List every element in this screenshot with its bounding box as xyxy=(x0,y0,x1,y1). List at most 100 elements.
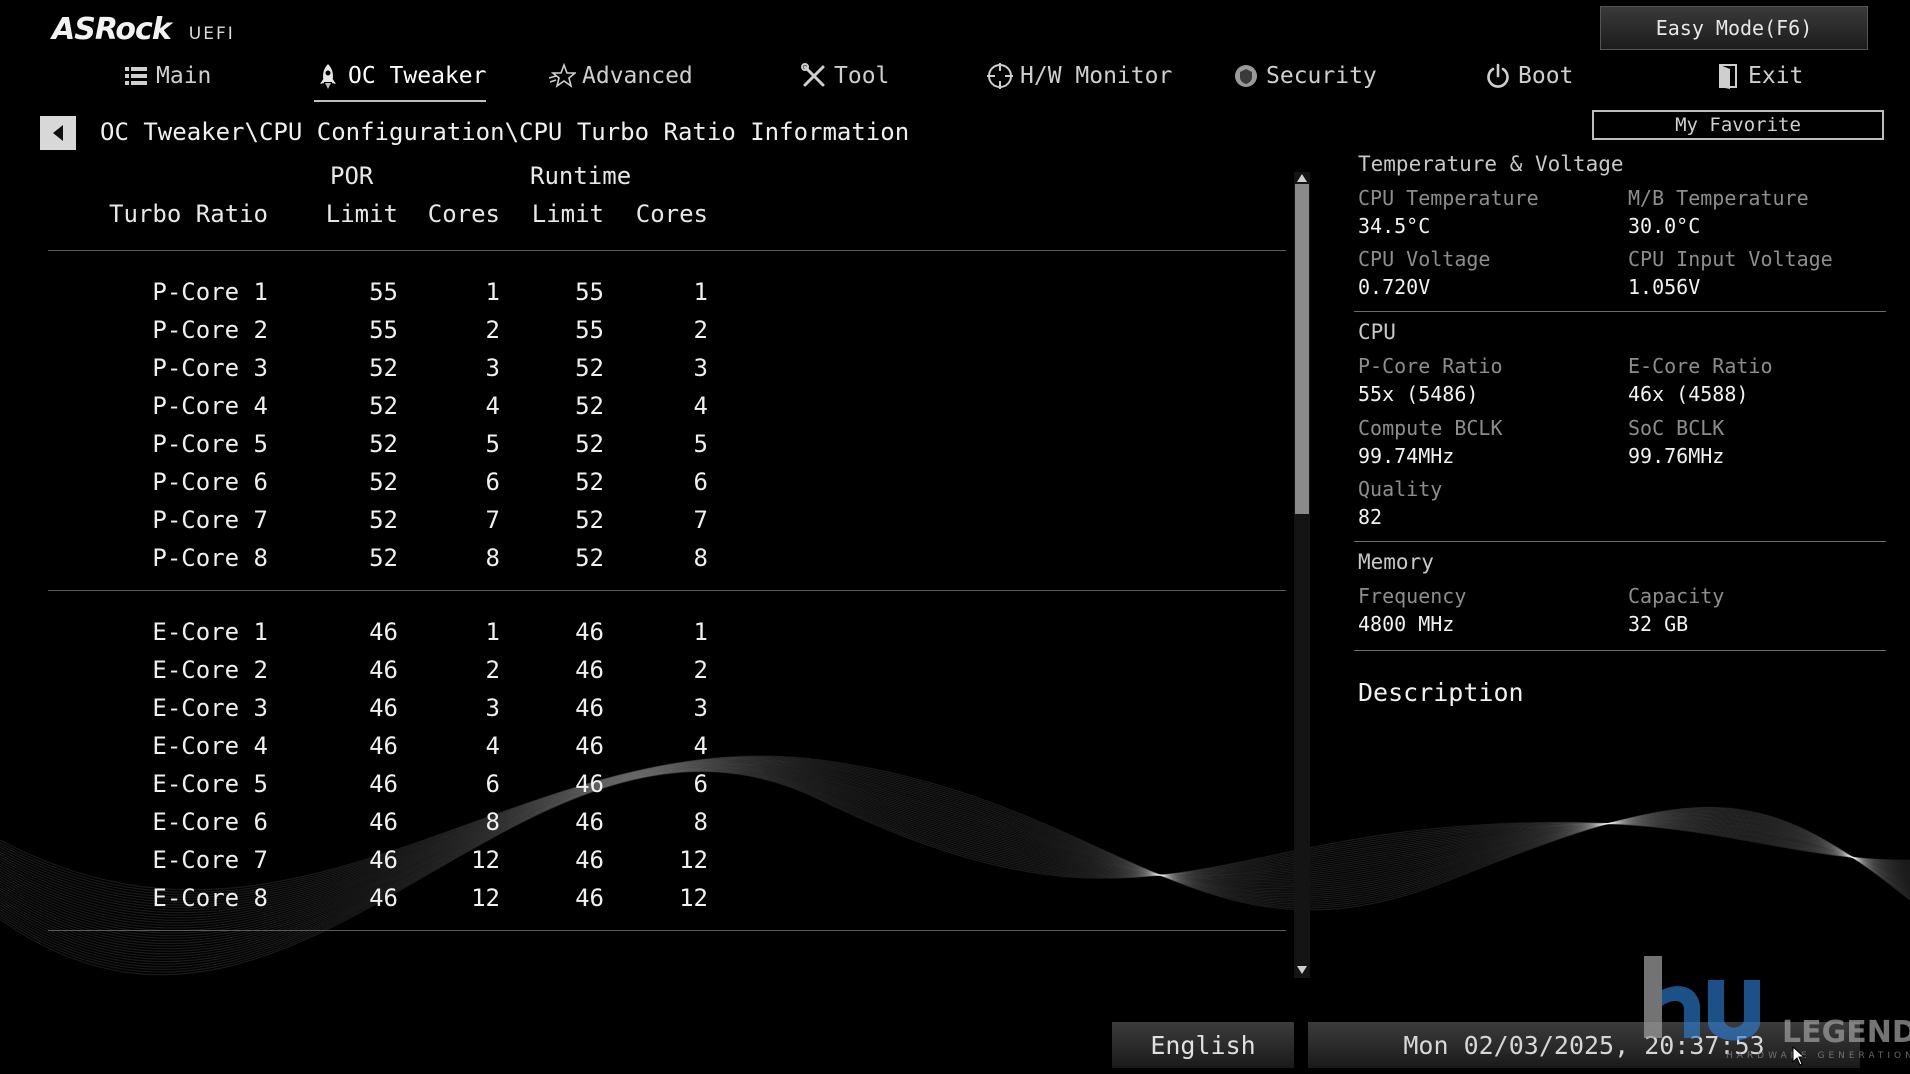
por-cores-value: 7 xyxy=(485,506,500,534)
scroll-down-button[interactable] xyxy=(1294,962,1310,978)
tab-hw-monitor[interactable]: H/W Monitor xyxy=(986,56,1172,96)
por-limit-value: 52 xyxy=(369,430,398,458)
runtime-limit-value: 46 xyxy=(575,846,604,874)
runtime-limit-value: 46 xyxy=(575,694,604,722)
table-row: P-Core 4 52 4 52 4 xyxy=(0,386,1290,424)
main-nav: Main OC Tweaker Advanced Tool H/W Monito… xyxy=(0,56,1910,102)
shield-icon xyxy=(1235,65,1257,87)
por-limit-value: 46 xyxy=(369,732,398,760)
por-limit-value: 46 xyxy=(369,846,398,874)
table-row: E-Core 7 46 12 46 12 xyxy=(0,840,1290,878)
core-name: E-Core 5 xyxy=(152,770,268,798)
e-core-ratio-value: 46x (4588) xyxy=(1628,382,1749,406)
table-row: P-Core 7 52 7 52 7 xyxy=(0,500,1290,538)
tab-exit-label: Exit xyxy=(1748,63,1804,89)
table-row: P-Core 3 52 3 52 3 xyxy=(0,348,1290,386)
tab-boot[interactable]: Boot xyxy=(1484,56,1573,96)
memory-section-title: Memory xyxy=(1358,550,1434,574)
table-row: E-Core 1 46 1 46 1 xyxy=(0,612,1290,650)
table-row: P-Core 6 52 6 52 6 xyxy=(0,462,1290,500)
por-limit-value: 46 xyxy=(369,770,398,798)
runtime-cores-value: 1 xyxy=(693,278,708,306)
compute-bclk-value: 99.74MHz xyxy=(1358,444,1455,468)
por-cores-value: 1 xyxy=(485,618,500,646)
header-por-group: POR xyxy=(330,162,374,190)
por-cores-value: 2 xyxy=(485,656,500,684)
p-core-ratio-label: P-Core Ratio xyxy=(1358,354,1503,378)
runtime-limit-value: 52 xyxy=(575,354,604,382)
runtime-limit-value: 46 xyxy=(575,656,604,684)
por-limit-value: 46 xyxy=(369,656,398,684)
por-limit-value: 46 xyxy=(369,694,398,722)
runtime-cores-value: 6 xyxy=(693,468,708,496)
core-name: E-Core 3 xyxy=(152,694,268,722)
runtime-limit-value: 52 xyxy=(575,506,604,534)
panel-divider xyxy=(1354,541,1886,542)
table-row: E-Core 6 46 8 46 8 xyxy=(0,802,1290,840)
por-cores-value: 4 xyxy=(485,732,500,760)
core-name: E-Core 7 xyxy=(152,846,268,874)
por-cores-value: 12 xyxy=(471,884,500,912)
turbo-ratio-table-header: POR Runtime Turbo Ratio Limit Cores Limi… xyxy=(0,160,1290,240)
por-cores-value: 5 xyxy=(485,430,500,458)
runtime-cores-value: 12 xyxy=(679,846,708,874)
por-limit-value: 52 xyxy=(369,354,398,382)
tab-boot-label: Boot xyxy=(1518,63,1574,89)
tab-advanced[interactable]: Advanced xyxy=(548,56,693,96)
tab-main[interactable]: Main xyxy=(122,56,211,96)
runtime-limit-value: 52 xyxy=(575,430,604,458)
back-button[interactable] xyxy=(40,116,76,150)
runtime-cores-value: 3 xyxy=(693,354,708,382)
core-name: E-Core 6 xyxy=(152,808,268,836)
memory-frequency-value: 4800 MHz xyxy=(1358,612,1455,636)
por-cores-value: 6 xyxy=(485,468,500,496)
easy-mode-button[interactable]: Easy Mode(F6) xyxy=(1600,6,1868,50)
quality-value: 82 xyxy=(1358,505,1383,529)
mb-temperature-value: 30.0°C xyxy=(1628,214,1701,238)
my-favorite-button[interactable]: My Favorite xyxy=(1592,110,1884,140)
runtime-limit-value: 52 xyxy=(575,468,604,496)
language-button[interactable]: English xyxy=(1112,1022,1294,1068)
tab-oc-tweaker[interactable]: OC Tweaker xyxy=(314,56,487,102)
por-cores-value: 8 xyxy=(485,808,500,836)
runtime-limit-value: 46 xyxy=(575,884,604,912)
scrollbar-thumb[interactable] xyxy=(1295,184,1309,514)
por-limit-value: 46 xyxy=(369,618,398,646)
description-title: Description xyxy=(1358,678,1524,707)
header-runtime-limit: Limit xyxy=(531,200,604,228)
mouse-cursor-icon xyxy=(1792,1046,1806,1066)
por-limit-value: 55 xyxy=(369,278,398,306)
watermark-text: LEGEND xyxy=(1782,1015,1910,1050)
e-core-ratio-label: E-Core Ratio xyxy=(1628,354,1773,378)
quality-label: Quality xyxy=(1358,477,1443,501)
header-runtime-cores: Cores xyxy=(635,200,708,228)
table-divider xyxy=(48,930,1286,931)
table-divider xyxy=(48,590,1286,591)
runtime-cores-value: 5 xyxy=(693,430,708,458)
power-icon xyxy=(1487,63,1509,88)
tab-security-label: Security xyxy=(1266,63,1377,89)
scroll-up-button[interactable] xyxy=(1294,170,1310,186)
soc-bclk-label: SoC BCLK xyxy=(1628,416,1725,440)
tab-tool[interactable]: Tool xyxy=(800,56,889,96)
por-limit-value: 46 xyxy=(369,808,398,836)
runtime-cores-value: 2 xyxy=(693,656,708,684)
por-limit-value: 52 xyxy=(369,468,398,496)
tab-exit[interactable]: Exit xyxy=(1714,56,1803,96)
core-name: P-Core 4 xyxy=(152,392,268,420)
tab-oc-tweaker-label: OC Tweaker xyxy=(348,63,487,89)
runtime-cores-value: 7 xyxy=(693,506,708,534)
por-limit-value: 55 xyxy=(369,316,398,344)
product-name: UEFI xyxy=(188,24,235,44)
por-cores-value: 4 xyxy=(485,392,500,420)
por-cores-value: 12 xyxy=(471,846,500,874)
core-name: E-Core 1 xyxy=(152,618,268,646)
header-por-cores: Cores xyxy=(427,200,500,228)
tab-security[interactable]: Security xyxy=(1232,56,1377,96)
table-row: P-Core 1 55 1 55 1 xyxy=(0,272,1290,310)
por-limit-value: 52 xyxy=(369,544,398,572)
runtime-cores-value: 1 xyxy=(693,618,708,646)
runtime-cores-value: 6 xyxy=(693,770,708,798)
rocket-icon xyxy=(320,64,336,89)
core-name: P-Core 5 xyxy=(152,430,268,458)
